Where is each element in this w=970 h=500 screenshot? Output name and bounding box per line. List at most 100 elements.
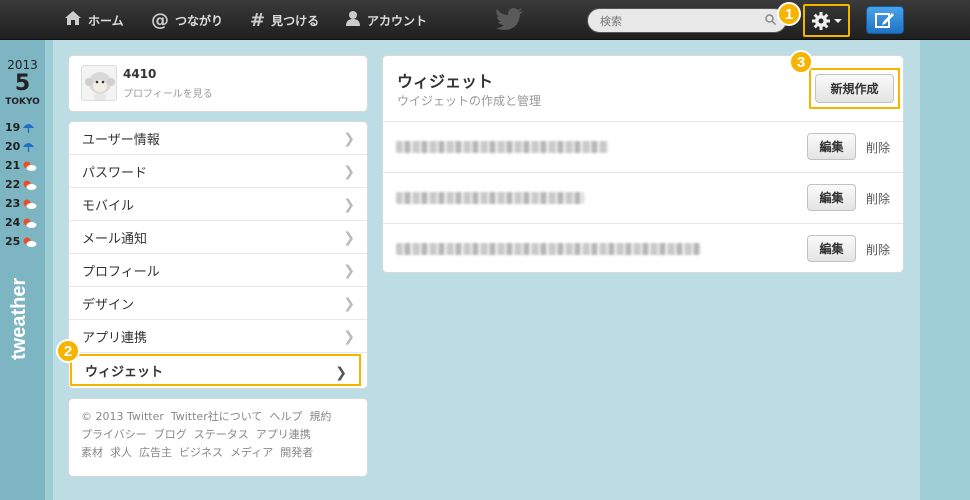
menu-item-apps[interactable]: アプリ連携 ❯ [69,320,367,353]
widget-row: 編集 削除 [383,172,903,223]
settings-gear-button[interactable] [803,4,850,37]
footer-line: © 2013 Twitter Twitter社について ヘルプ 規約 [81,408,355,426]
menu-item-email-notifications[interactable]: メール通知 ❯ [69,221,367,254]
weather-city: TOKYO [5,97,40,107]
at-icon: @ [151,9,169,31]
weather-day: 5 [14,71,31,96]
footer-link-jobs[interactable]: 求人 [110,446,132,459]
search-icon [765,14,776,25]
home-icon [64,10,82,31]
footer-link-privacy[interactable]: プライバシー [81,428,147,441]
compose-tweet-button[interactable] [866,6,904,34]
chevron-right-icon: ❯ [343,263,355,279]
footer-link-advertisers[interactable]: 広告主 [139,446,172,459]
menu-item-widgets[interactable]: ウィジェット ❯ [70,354,361,386]
menu-item-account[interactable]: ユーザー情報 ❯ [69,122,367,155]
menu-item-label: メール通知 [82,231,148,247]
chevron-right-icon: ❯ [343,230,355,246]
nav-home-label: ホーム [88,13,124,28]
edit-widget-button[interactable]: 編集 [807,133,856,160]
weather-row: 21 [5,159,37,172]
sun-cloud-icon [23,180,37,190]
weather-year: 2013 [7,58,38,72]
footer-line: 素材 求人 広告主 ビジネス メディア 開発者 [81,444,355,462]
menu-item-label: アプリ連携 [82,330,148,346]
footer-links: © 2013 Twitter Twitter社について ヘルプ 規約 プライバシー ブロ… [68,398,368,477]
search-input[interactable]: 検索 [587,8,787,33]
menu-item-label: パスワード [82,165,148,181]
footer-link-apps[interactable]: アプリ連携 [256,428,311,441]
footer-link-status[interactable]: ステータス [194,428,249,441]
menu-item-label: デザイン [82,297,135,313]
blurred-widget-name[interactable] [396,141,608,153]
weather-row: 22 [5,178,37,191]
blurred-widget-name[interactable] [396,192,584,204]
weather-date: 19 [5,121,21,134]
hash-icon: # [250,9,266,31]
footer-link-terms[interactable]: 規約 [309,410,331,423]
weather-row: 19 [5,121,35,134]
sun-cloud-icon [23,161,37,171]
menu-item-label: ウィジェット [85,364,164,380]
twitter-bird-icon [496,8,523,30]
nav-home[interactable]: ホーム [64,0,124,40]
edit-widget-button[interactable]: 編集 [807,184,856,211]
page-title: ウィジェット [397,72,494,91]
caret-down-icon [834,18,842,23]
compose-icon [875,13,894,28]
avatar[interactable] [81,65,117,101]
nav-connect[interactable]: @ つながり [151,0,223,40]
menu-item-mobile[interactable]: モバイル ❯ [69,188,367,221]
menu-item-label: ユーザー情報 [82,132,160,148]
footer-link-resources[interactable]: 素材 [81,446,103,459]
footer-link-about[interactable]: Twitter社について [171,410,263,423]
delete-widget-link[interactable]: 削除 [866,190,890,207]
chevron-right-icon: ❯ [343,329,355,345]
profile-card[interactable]: 4410 プロフィールを見る [68,55,368,112]
footer-link-media[interactable]: メディア [230,446,273,459]
nav-discover[interactable]: # 見つける [250,0,319,40]
monkey-avatar-icon [85,72,115,100]
view-profile-link[interactable]: プロフィールを見る [123,85,213,100]
tweather-logo: tweather [8,277,30,360]
weather-row: 24 [5,216,37,229]
chevron-right-icon: ❯ [335,365,347,381]
weather-date: 20 [5,140,21,153]
search-placeholder: 検索 [600,14,622,28]
profile-name: 4410 [123,67,157,81]
create-new-widget-button[interactable]: 新規作成 [815,74,894,103]
sun-cloud-icon [23,199,37,209]
weather-date: 22 [5,178,21,191]
menu-item-profile[interactable]: プロフィール ❯ [69,254,367,287]
person-icon [345,10,361,31]
weather-sidebar: 2013 5 TOKYO 19 20 21 22 23 24 25 tweath… [0,40,45,500]
menu-item-label: モバイル [82,198,135,214]
step-badge-3: 3 [789,50,813,74]
widget-panel: ウィジェット ウイジェットの作成と管理 新規作成 編集 削除 編集 削除 編集 … [382,55,904,273]
delete-widget-link[interactable]: 削除 [866,241,890,258]
nav-connect-label: つながり [175,13,224,28]
weather-row: 25 [5,235,37,248]
footer-link-blog[interactable]: ブログ [154,428,187,441]
nav-account[interactable]: アカウント [345,0,427,40]
footer-link-business[interactable]: ビジネス [179,446,223,459]
step-badge-2: 2 [56,339,80,363]
blurred-widget-name[interactable] [396,243,701,255]
delete-widget-link[interactable]: 削除 [866,139,890,156]
settings-menu: ユーザー情報 ❯ パスワード ❯ モバイル ❯ メール通知 ❯ プロフィール ❯… [68,121,368,389]
menu-item-password[interactable]: パスワード ❯ [69,155,367,188]
copyright-text: © 2013 Twitter [81,410,164,423]
edit-widget-button[interactable]: 編集 [807,235,856,262]
weather-row: 23 [5,197,37,210]
chevron-right-icon: ❯ [343,131,355,147]
umbrella-icon [23,123,35,133]
menu-item-design[interactable]: デザイン ❯ [69,287,367,320]
gear-icon [812,11,830,30]
footer-link-developers[interactable]: 開発者 [280,446,313,459]
weather-row: 20 [5,140,35,153]
footer-link-help[interactable]: ヘルプ [269,410,302,423]
umbrella-icon [23,142,35,152]
chevron-right-icon: ❯ [343,296,355,312]
chevron-right-icon: ❯ [343,164,355,180]
nav-account-label: アカウント [367,13,428,28]
